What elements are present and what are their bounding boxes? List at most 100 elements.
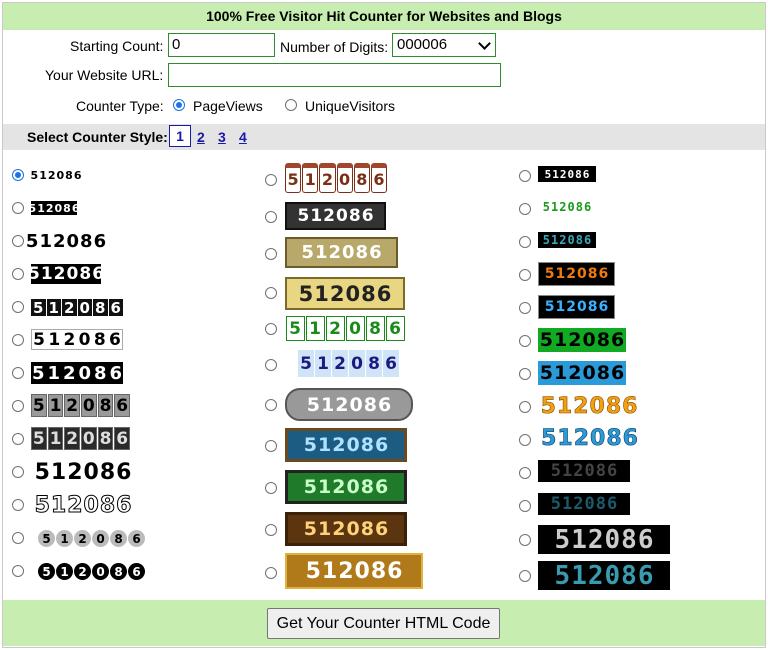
counter-style-radio[interactable] [265, 174, 277, 186]
counter-style-preview[interactable]: 512086 [31, 362, 123, 384]
counter-style-preview[interactable]: 512086 [285, 388, 413, 421]
counter-style-radio[interactable] [265, 359, 277, 371]
counter-style-radio[interactable] [519, 434, 531, 446]
counter-style-radio[interactable] [265, 567, 277, 579]
counter-style-preview[interactable]: 512086 [538, 166, 596, 182]
counter-style-preview[interactable]: 512086 [285, 277, 405, 310]
counter-style-radio[interactable] [12, 565, 24, 577]
counter-style-radio[interactable] [12, 301, 24, 313]
counter-style-radio[interactable] [519, 236, 531, 248]
counter-style-radio[interactable] [519, 170, 531, 182]
counter-style-radio[interactable] [265, 440, 277, 452]
counter-digit: 8 [93, 362, 107, 384]
counter-style-preview[interactable]: 512086 [538, 493, 630, 515]
counter-style-preview[interactable]: 512086 [31, 168, 82, 182]
counter-style-preview[interactable]: 512086 [285, 315, 405, 342]
counter-style-preview[interactable]: 512086 [26, 230, 106, 252]
counter-digit: 6 [374, 434, 389, 456]
counter-digit: 5 [31, 362, 45, 384]
page-link-3[interactable]: 3 [218, 129, 226, 145]
url-input[interactable] [168, 63, 501, 87]
get-code-button[interactable]: Get Your Counter HTML Code [267, 608, 500, 639]
counter-style-radio[interactable] [519, 302, 531, 314]
counter-style-preview[interactable]: 512086 [538, 361, 626, 385]
counter-style-preview[interactable]: 512086 [538, 561, 670, 591]
counter-style-preview[interactable]: 512086 [285, 348, 412, 379]
counter-style-preview[interactable]: 512086 [538, 460, 630, 482]
counter-style-preview[interactable]: 512086 [285, 553, 423, 589]
counter-style-radio[interactable] [519, 269, 531, 281]
counter-style-radio[interactable] [265, 287, 277, 299]
counter-style-radio[interactable] [519, 570, 531, 582]
counter-style-preview[interactable]: 512086 [538, 525, 670, 555]
counter-style-preview[interactable]: 512086 [538, 295, 615, 319]
counter-digit: 0 [81, 427, 97, 450]
digits-select[interactable]: 000006 [392, 33, 496, 57]
counter-style-radio[interactable] [265, 524, 277, 536]
counter-style-preview[interactable]: 512086 [538, 199, 596, 215]
radio-pageviews[interactable] [173, 99, 185, 111]
counter-digit: 8 [97, 394, 114, 417]
counter-style-radio[interactable] [12, 367, 24, 379]
page-link-2[interactable]: 2 [197, 129, 205, 145]
counter-digit: 6 [128, 530, 145, 547]
counter-style-preview[interactable]: 512086 [28, 264, 104, 284]
counter-digit: 8 [63, 201, 71, 215]
page-link-1[interactable]: 1 [169, 125, 191, 147]
counter-style-radio[interactable] [265, 248, 277, 260]
counter-digit: 1 [302, 162, 319, 193]
counter-style-preview[interactable]: 512086 [285, 512, 407, 546]
counter-style-preview[interactable]: 512086 [538, 232, 596, 248]
counter-style-preview[interactable]: 512086 [538, 328, 626, 352]
counter-style-radio[interactable] [519, 467, 531, 479]
counter-style-preview[interactable]: 512086 [285, 470, 407, 504]
counter-style-preview[interactable]: 512086 [284, 162, 388, 193]
counter-style-preview[interactable]: 512086 [285, 237, 398, 268]
counter-digit: 1 [39, 168, 47, 182]
counter-style-preview[interactable]: 512086 [31, 492, 135, 519]
counter-digit: 0 [336, 206, 348, 226]
counter-style-preview[interactable]: 512086 [29, 201, 79, 215]
counter-style-radio[interactable] [12, 169, 24, 181]
counter-digit: 1 [555, 299, 566, 315]
radio-uniquevisitors[interactable] [285, 99, 297, 111]
starting-count-input[interactable]: 0 [168, 33, 275, 57]
counter-style-preview[interactable]: 512086 [285, 202, 386, 230]
counter-style-preview[interactable]: 512086 [31, 297, 123, 318]
counter-digit: 0 [78, 329, 91, 350]
counter-style-preview[interactable]: 512086 [285, 428, 407, 462]
counter-style-radio[interactable] [12, 334, 24, 346]
counter-style-radio[interactable] [12, 532, 24, 544]
counter-style-radio[interactable] [12, 202, 24, 214]
counter-style-radio[interactable] [519, 534, 531, 546]
counter-style-radio[interactable] [12, 466, 24, 478]
counter-style-radio[interactable] [12, 433, 24, 445]
counter-style-radio[interactable] [519, 335, 531, 347]
counter-style-radio[interactable] [12, 268, 24, 280]
counter-style-preview[interactable]: 512086 [31, 459, 135, 486]
counter-digit: 2 [573, 461, 584, 481]
counter-style-radio[interactable] [265, 323, 277, 335]
counter-style-preview[interactable]: 512086 [31, 562, 152, 581]
counter-style-preview[interactable]: 512086 [30, 426, 131, 451]
counter-style-radio[interactable] [519, 401, 531, 413]
counter-style-preview[interactable]: 512086 [31, 329, 123, 350]
counter-style-radio[interactable] [265, 482, 277, 494]
counter-style-radio[interactable] [519, 500, 531, 512]
counter-style-preview[interactable]: 512086 [538, 424, 641, 452]
counter-style-radio[interactable] [12, 235, 24, 247]
counter-style-preview[interactable]: 512086 [538, 392, 640, 420]
counter-style-radio[interactable] [519, 368, 531, 380]
counter-style-preview[interactable]: 512086 [30, 393, 131, 418]
counter-digit: 0 [582, 362, 596, 384]
counter-style-radio[interactable] [265, 211, 277, 223]
counter-style-preview[interactable]: 512086 [538, 262, 615, 286]
counter-digit: 5 [544, 167, 552, 181]
counter-style-radio[interactable] [12, 400, 24, 412]
counter-digit: 0 [81, 394, 97, 417]
page-link-4[interactable]: 4 [239, 129, 247, 145]
counter-style-radio[interactable] [519, 203, 531, 215]
counter-style-radio[interactable] [12, 499, 24, 511]
counter-style-preview[interactable]: 512086 [31, 529, 152, 548]
counter-style-radio[interactable] [265, 399, 277, 411]
